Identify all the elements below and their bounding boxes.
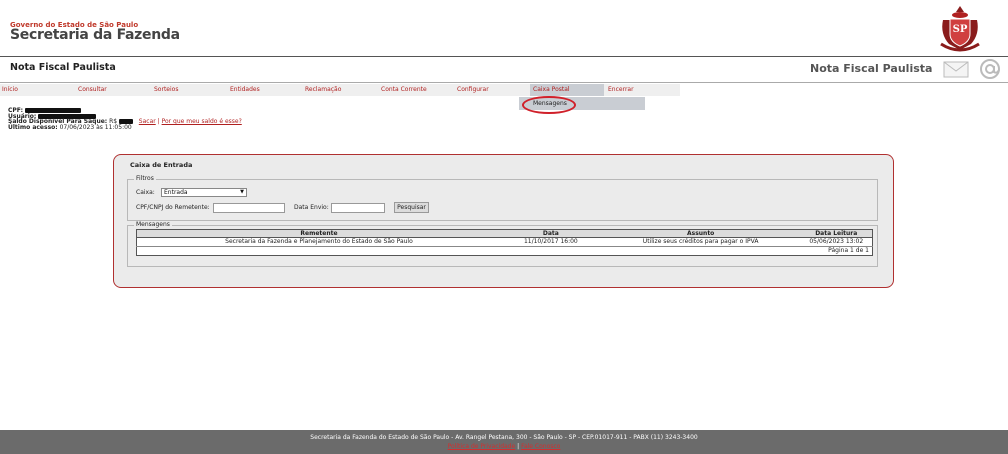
ultimo-acesso-label: Último acesso: [8, 123, 58, 131]
menu-item-reclamacao[interactable]: Reclamação [305, 84, 379, 96]
footer-address: Secretaria da Fazenda do Estado de São P… [310, 434, 698, 441]
caixa-entrada-panel: Caixa de Entrada Filtros Caixa: Entrada … [113, 154, 894, 288]
footer-links: Política de Privacidade | Fale Conosco [0, 443, 1008, 450]
page-footer: Secretaria da Fazenda do Estado de São P… [0, 430, 1008, 454]
main-menu: Início Consultar Sorteios Entidades Recl… [0, 84, 680, 96]
chevron-down-icon: ▼ [240, 189, 244, 195]
at-sign-icon[interactable] [977, 58, 1003, 80]
app-title-bar: Nota Fiscal Paulista Nota Fiscal Paulist… [0, 57, 1008, 82]
why-balance-link[interactable]: Por que meu saldo é esse? [162, 118, 242, 125]
table-row[interactable]: Secretaria da Fazenda e Planejamento do … [137, 238, 873, 247]
menu-item-entidades[interactable]: Entidades [230, 84, 304, 96]
cell-remetente: Secretaria da Fazenda e Planejamento do … [225, 238, 413, 245]
app-title-brand: Nota Fiscal Paulista [810, 62, 933, 75]
cell-assunto[interactable]: Utilize seus créditos para pagar o IPVA [601, 238, 801, 247]
pager-text: Página 1 de 1 [136, 246, 873, 256]
footer-link-separator: | [517, 443, 520, 450]
government-header: Governo do Estado de São Paulo Secretari… [0, 0, 1008, 56]
column-header-data: Data [500, 229, 601, 238]
brasao-sp-icon: SP [940, 6, 980, 52]
caixa-select[interactable]: Entrada ▼ [161, 188, 247, 197]
mail-icon[interactable] [943, 61, 969, 78]
column-header-remetente: Remetente [136, 229, 501, 238]
app-title: Nota Fiscal Paulista [10, 62, 116, 73]
caixa-label: Caixa: [136, 189, 155, 196]
cell-data: 11/10/2017 16:00 [523, 238, 578, 245]
filtros-legend: Filtros [134, 175, 156, 183]
menu-item-sorteios[interactable]: Sorteios [154, 84, 228, 96]
menu-item-consultar[interactable]: Consultar [78, 84, 152, 96]
data-envio-input[interactable] [331, 203, 385, 213]
cpf-cnpj-label: CPF/CNPJ do Remetente: [136, 204, 210, 211]
cell-data-leitura: 05/06/2023 13:02 [809, 238, 864, 245]
column-header-data-leitura: Data Leitura [800, 229, 873, 238]
pesquisar-button[interactable]: Pesquisar [394, 202, 429, 213]
menu-item-caixa-postal[interactable]: Caixa Postal [530, 84, 604, 96]
mensagens-legend: Mensagens [134, 221, 172, 229]
menu-item-encerrar[interactable]: Encerrar [608, 84, 678, 96]
table-header-row: Remetente Data Assunto Data Leitura [136, 229, 873, 238]
annotation-ellipse [522, 96, 576, 114]
menu-item-configurar[interactable]: Configurar [457, 84, 531, 96]
link-separator: | [157, 118, 160, 126]
column-header-assunto: Assunto [600, 229, 801, 238]
filtros-fieldset: Filtros Caixa: Entrada ▼ CPF/CNPJ do Rem… [127, 175, 878, 221]
contact-link[interactable]: Fale Conosco [521, 443, 560, 450]
pager-row: Página 1 de 1 [136, 246, 873, 256]
menu-item-conta-corrente[interactable]: Conta Corrente [381, 84, 455, 96]
menu-divider [0, 82, 1008, 83]
user-info: CPF: Usuário: Saldo Disponível Para Saqu… [8, 108, 242, 131]
caixa-select-value: Entrada [164, 189, 188, 196]
mensagens-table: Remetente Data Assunto Data Leitura Secr… [136, 229, 873, 256]
brasao-letters: SP [953, 24, 968, 35]
cpf-cnpj-input[interactable] [213, 203, 285, 213]
ultimo-acesso-value: 07/06/2023 às 11:05:00 [59, 123, 132, 131]
data-envio-label: Data Envio: [294, 204, 329, 211]
privacy-link[interactable]: Política de Privacidade [448, 443, 516, 450]
caixa-entrada-content: Caixa de Entrada Filtros Caixa: Entrada … [127, 161, 879, 270]
sacar-link[interactable]: Sacar [139, 118, 156, 125]
caixa-entrada-title: Caixa de Entrada [130, 161, 193, 169]
menu-item-inicio[interactable]: Início [2, 84, 76, 96]
secretaria-name: Secretaria da Fazenda [10, 27, 180, 43]
